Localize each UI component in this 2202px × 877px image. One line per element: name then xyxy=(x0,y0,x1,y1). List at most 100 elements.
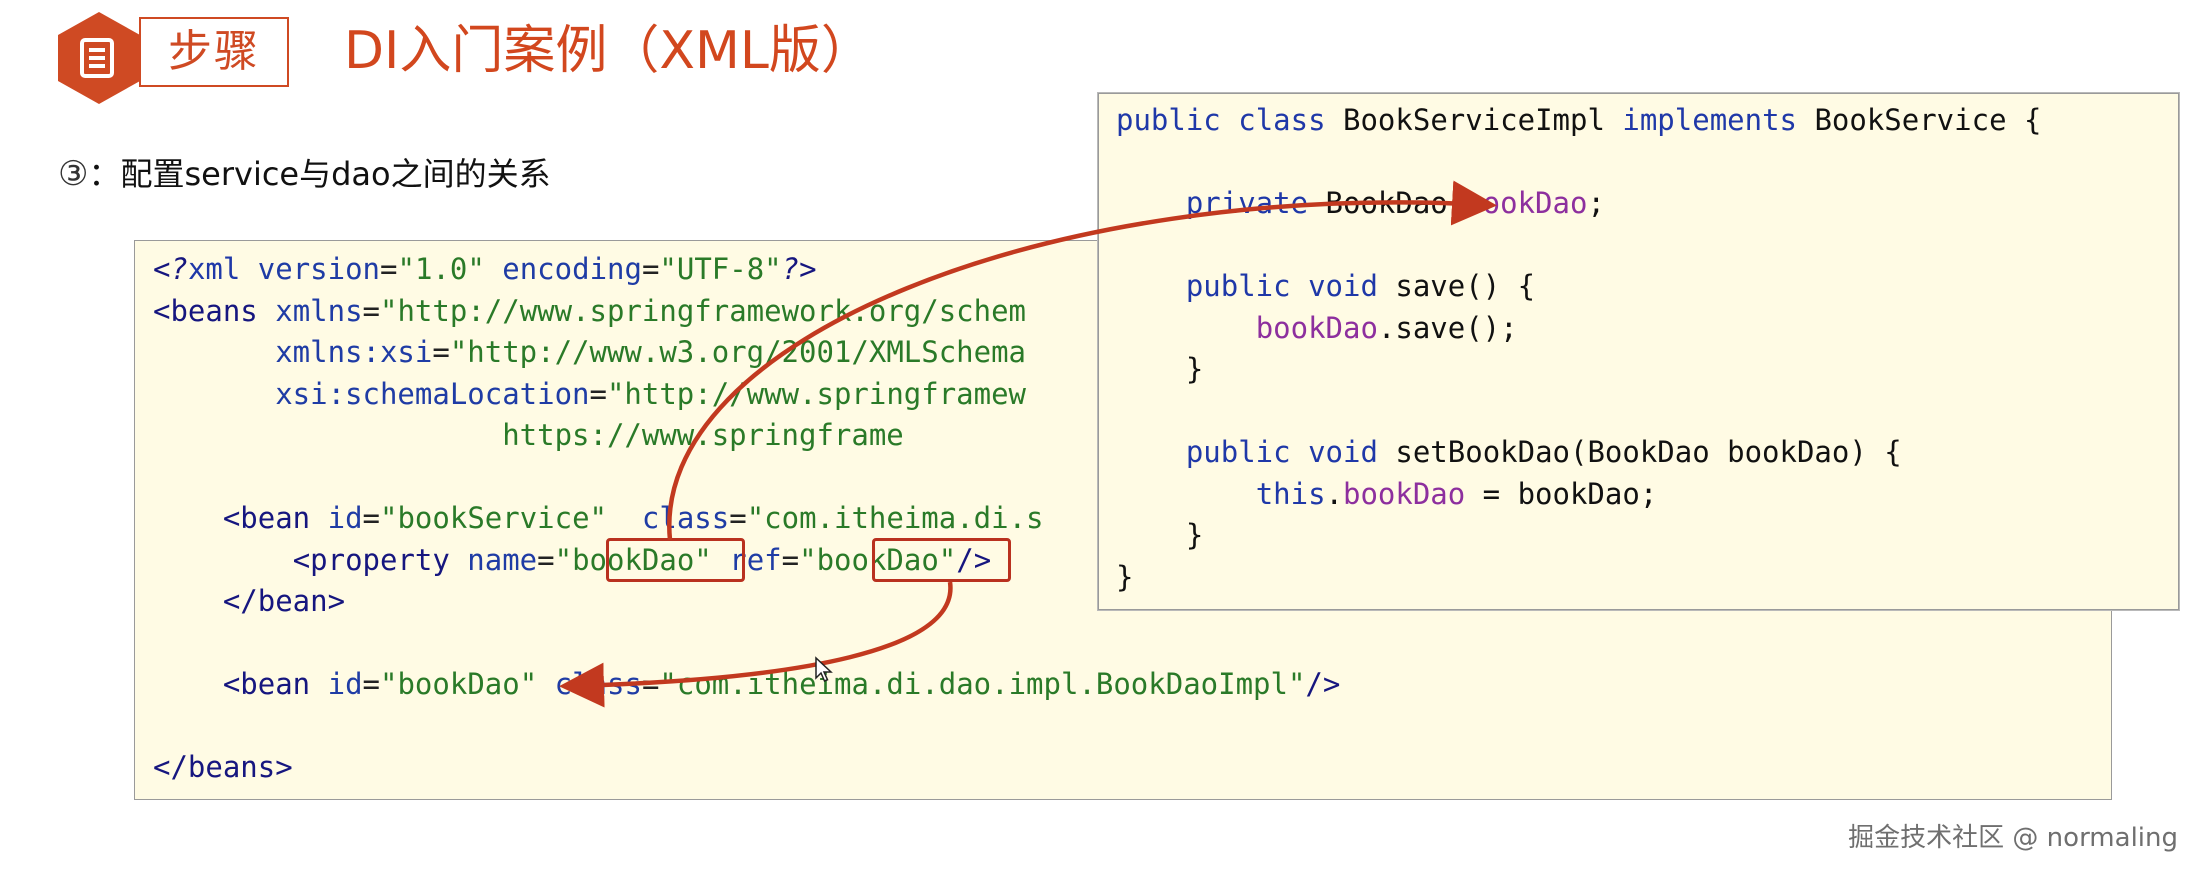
token: bookDao xyxy=(1343,476,1466,511)
token: ; xyxy=(1587,186,1605,220)
token: "http://www.springframework.org/schem xyxy=(380,293,1027,328)
token: " xyxy=(799,542,817,577)
name-highlight-box xyxy=(606,538,745,582)
token: id xyxy=(327,501,363,535)
token: xmlns xyxy=(275,293,363,328)
token: } xyxy=(1185,518,1204,552)
token: name xyxy=(467,542,538,577)
ref-highlight-box xyxy=(872,538,1011,582)
code-line: } xyxy=(1116,515,2178,557)
token: " xyxy=(554,542,573,577)
token: .save(); xyxy=(1377,310,1518,345)
token: "com.itheima.di.dao.impl.BookDaoImpl" xyxy=(659,667,1306,701)
step-number: ③ xyxy=(58,154,89,194)
token: void xyxy=(1308,269,1378,303)
code-line: bookDao.save(); xyxy=(1116,308,2178,350)
token: public xyxy=(1185,435,1291,469)
token: . xyxy=(1325,476,1343,511)
token: "http://www.w3.org/2001/XMLSchema xyxy=(449,335,1026,369)
token: } xyxy=(1116,559,1134,594)
mouse-cursor-icon xyxy=(815,656,833,682)
watermark: 掘金技术社区 @ normaling xyxy=(1848,823,2178,853)
code-line: this.bookDao = bookDao; xyxy=(1116,474,2178,516)
token: /> xyxy=(1305,667,1341,701)
code-line: public class BookServiceImpl implements … xyxy=(1116,100,2178,142)
token: = xyxy=(537,542,555,577)
token: () { xyxy=(1465,269,1536,303)
token: version xyxy=(257,252,381,286)
token: void xyxy=(1308,435,1378,469)
token: ? xyxy=(170,252,188,286)
token: <beans xyxy=(153,293,258,328)
token: </bean> xyxy=(222,584,346,618)
step-description: ③：配置service与dao之间的关系 xyxy=(58,152,551,196)
code-line: public void setBookDao(BookDao bookDao) … xyxy=(1116,432,2178,474)
token: public xyxy=(1185,269,1291,303)
token: BookService xyxy=(1814,103,2007,137)
code-line: } xyxy=(1116,557,2178,599)
token: https://www.springframe xyxy=(502,418,904,452)
code-line: } xyxy=(1116,349,2178,391)
token: xmlns:xsi xyxy=(275,335,433,369)
token: save xyxy=(1395,269,1466,303)
step-label: 步骤 xyxy=(139,17,289,87)
code-line: </beans> xyxy=(153,747,2111,789)
token: xml xyxy=(187,252,241,286)
token: "UTF-8" xyxy=(659,252,782,286)
token: "bookDao" xyxy=(380,667,538,701)
token: private xyxy=(1185,186,1309,220)
token: BookDao xyxy=(1325,186,1448,220)
token: this xyxy=(1255,476,1326,511)
token: "com.itheima.di.s xyxy=(746,501,1044,535)
token: "http://www.springframew xyxy=(606,376,1026,411)
token: </beans> xyxy=(153,750,293,784)
token: ?> xyxy=(781,252,817,286)
token: "1.0" xyxy=(397,252,485,286)
token: = xyxy=(729,501,747,535)
token: = xyxy=(380,252,398,286)
token: implements xyxy=(1622,103,1797,137)
token: { xyxy=(2024,103,2042,137)
token: = xyxy=(432,335,450,369)
field-bookdao: bookDao xyxy=(1465,186,1588,220)
token: <property xyxy=(292,542,450,577)
token: = xyxy=(641,252,660,286)
token: BookServiceImpl xyxy=(1343,103,1605,137)
document-icon xyxy=(80,38,114,78)
token: = xyxy=(589,376,607,411)
code-line: private BookDao bookDao; xyxy=(1116,183,2178,225)
token: = bookDao; xyxy=(1465,476,1658,511)
token: class xyxy=(1238,103,1326,137)
token: class xyxy=(554,667,642,701)
token: = xyxy=(362,501,381,535)
token: <bean xyxy=(222,501,311,535)
token: encoding xyxy=(502,252,642,286)
token: id xyxy=(327,667,363,701)
token: xsi:schemaLocation xyxy=(275,376,590,411)
token: bookDao xyxy=(1255,310,1378,345)
page-title: DI入门案例（XML版） xyxy=(344,21,873,81)
token: (BookDao bookDao) { xyxy=(1570,435,1902,469)
